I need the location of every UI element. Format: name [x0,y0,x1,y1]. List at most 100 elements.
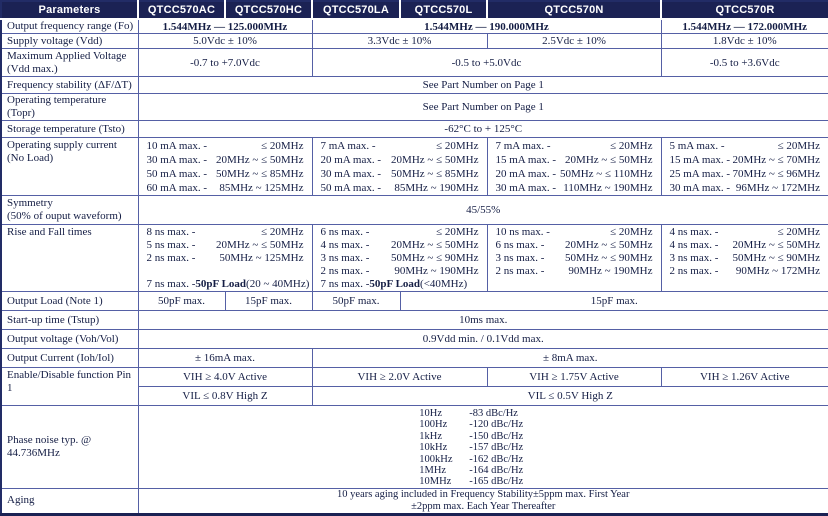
label-line-1: Phase noise typ. @ [7,434,134,447]
spec-line-range: 90MHz ~ 190MHz [568,265,652,278]
spec-line-value: 30 mA max. - [147,153,208,167]
risefall-n: 10 ns max. -≤ 20MHz 6 ns max. -20MHz ~ ≤… [487,225,661,292]
label-supply-voltage: Supply voltage (Vdd) [1,34,138,49]
spec-line-value: 7 ns max. - [321,278,370,291]
spec-line-value: 7 mA max. - [321,139,376,153]
spec-line: 2 ns max. - 90MHz ~ 190MHz [492,265,657,278]
spec-line-range: 20MHz ~ ≤ 50MHz [391,239,478,252]
spec-line-value: 60 mA max. - [147,181,208,195]
header-model-qtcc570l: QTCC570L [400,1,487,19]
spec-line: 2 ns max. - 50MHz ~ 125MHz [143,252,308,265]
spec-line: 30 mA max. -50MHz ~ ≤ 85MHz [317,167,483,181]
outvolt-value: 0.9Vdd min. / 0.1Vdd max. [138,330,828,349]
vih-ac-hc: VIH ≥ 4.0V Active [138,368,312,387]
spec-line: 3 ns max. -50MHz ~ ≤ 90MHz [492,252,657,265]
offset-frequency: 100Hz [419,419,469,430]
row-symmetry: Symmetry (50% of ouput waveform) 45/55% [1,196,828,225]
vil-ac-hc: VIL ≤ 0.8V High Z [138,387,312,406]
label-line-2: 1 [7,382,134,395]
spec-line: 15 mA max. -20MHz ~ ≤ 70MHz [666,153,825,167]
spec-line-value: 2 ns max. - [147,252,196,265]
spec-line-value: 6 ns max. - [496,239,545,252]
header-model-qtcc570la: QTCC570LA [312,1,400,19]
header-model-qtcc570hc: QTCC570HC [225,1,312,19]
spec-line-range: 20MHz ~ ≤ 50MHz [565,153,652,167]
spec-line-range: 85MHz ~ 190MHz [394,181,478,195]
spec-line: 5 ns max. -20MHz ~ ≤ 50MHz [143,239,308,252]
row-startup-time: Start-up time (Tstup) 10ms max. [1,311,828,330]
label-line-2: (50% of ouput waveform) [7,210,134,223]
spec-line-range: 20MHz ~ ≤ 50MHz [391,153,478,167]
spec-line-range: 50MHz ~ ≤ 85MHz [391,167,478,181]
spec-line-value: 15 mA max. - [496,153,557,167]
spec-line-value: 3 ns max. - [496,252,545,265]
spec-line-value: 30 mA max. - [496,181,557,195]
label-symmetry: Symmetry (50% of ouput waveform) [1,196,138,225]
spec-line-range: 20MHz ~ ≤ 50MHz [733,239,820,252]
spec-line-range: ≤ 20MHz [436,226,478,239]
spec-table: Parameters QTCC570AC QTCC570HC QTCC570LA… [0,0,828,516]
phase-noise-line: 1kHz-150 dBc/Hz [419,431,547,442]
load-la: 50pF max. [312,292,400,311]
label-line-1: Enable/Disable function Pin [7,369,134,382]
row-output-voltage: Output voltage (Voh/Vol) 0.9Vdd min. / 0… [1,330,828,349]
load-rest-text: (20 ~ 40MHz) [246,278,309,291]
row-enable-disable-vih: Enable/Disable function Pin 1 VIH ≥ 4.0V… [1,368,828,387]
phase-noise-value: -120 dBc/Hz [469,419,523,430]
current-ac-hc: 10 mA max. -≤ 20MHz 30 mA max. -20MHz ~ … [138,138,312,196]
spec-line-range: 50MHz ~ ≤ 85MHz [216,167,303,181]
spec-line-range: 50MHz ~ 125MHz [219,252,303,265]
spec-line-value: 2 ns max. - [496,265,545,278]
load-rest-text: (<40MHz) [420,278,467,291]
label-startup-time: Start-up time (Tstup) [1,311,138,330]
row-output-load: Output Load (Note 1) 50pF max. 15pF max.… [1,292,828,311]
label-aging: Aging [1,488,138,514]
spec-line: 2 ns max. -90MHz ~ 190MHz [317,265,483,278]
offset-frequency: 10Hz [419,408,469,419]
stability-value: See Part Number on Page 1 [138,77,828,94]
spec-line-range: ≤ 20MHz [778,139,820,153]
maxv-la-l-n: -0.5 to +5.0Vdc [312,49,661,77]
label-phase-noise: Phase noise typ. @ 44.736MHz [1,406,138,489]
label-rise-fall-times: Rise and Fall times [1,225,138,292]
spec-line: 8 ns max. -≤ 20MHz [143,226,308,239]
offset-frequency: 1MHz [419,465,469,476]
spec-line: 20 mA max. -20MHz ~ ≤ 50MHz [317,153,483,167]
supply-la-l: 3.3Vdc ± 10% [312,34,487,49]
spec-line-range: 70MHz ~ ≤ 96MHz [733,167,820,181]
spec-line-value: 15 mA max. - [670,153,731,167]
aging-line-1: 10 years aging included in Frequency Sta… [143,489,825,501]
label-line-2: (Vdd max.) [7,63,134,76]
row-storage-temperature: Storage temperature (Tsto) -62°C to + 12… [1,121,828,138]
header-model-qtcc570n: QTCC570N [487,1,661,19]
label-output-voltage: Output voltage (Voh/Vol) [1,330,138,349]
label-storage-temperature: Storage temperature (Tsto) [1,121,138,138]
spec-line: 60 mA max. -85MHz ~ 125MHz [143,181,308,195]
spec-line: 30 mA max. -110MHz ~ 190MHz [492,181,657,195]
spec-line: 7 mA max. -≤ 20MHz [492,139,657,153]
label-line-1: Operating supply current [7,139,134,152]
outcur-la-l-n-r: ± 8mA max. [312,349,828,368]
vil-la-l-n-r: VIL ≤ 0.5V High Z [312,387,828,406]
spec-line-range: 90MHz ~ 190MHz [394,265,478,278]
label-enable-disable: Enable/Disable function Pin 1 [1,368,138,406]
spec-line-value: 10 mA max. - [147,139,208,153]
outcur-ac-hc: ± 16mA max. [138,349,312,368]
spec-line-value: 50 mA max. - [321,181,382,195]
spec-line-value: 6 ns max. - [321,226,370,239]
spec-line-value: 4 ns max. - [321,239,370,252]
spec-line-value: 3 ns max. - [321,252,370,265]
maxv-ac-hc: -0.7 to +7.0Vdc [138,49,312,77]
spacer-line [143,265,308,278]
freq-range-ac-hc: 1.544MHz — 125.000MHz [138,19,312,34]
phase-noise-value: -150 dBc/Hz [469,431,523,442]
load-bold-text: 50pF Load [369,278,420,291]
current-r: 5 mA max. -≤ 20MHz 15 mA max. -20MHz ~ ≤… [661,138,828,196]
label-line-1: Symmetry [7,197,134,210]
spec-line: 50 mA max. - 85MHz ~ 190MHz [317,181,483,195]
row-aging: Aging 10 years aging included in Frequen… [1,488,828,514]
phase-noise-value: -165 dBc/Hz [469,476,523,487]
spec-line-range: 50MHz ~ ≤ 110MHz [560,167,653,181]
spec-line: 6 ns max. -20MHz ~ ≤ 50MHz [492,239,657,252]
spec-line: 30 mA max. -96MHz ~ 172MHz [666,181,825,195]
